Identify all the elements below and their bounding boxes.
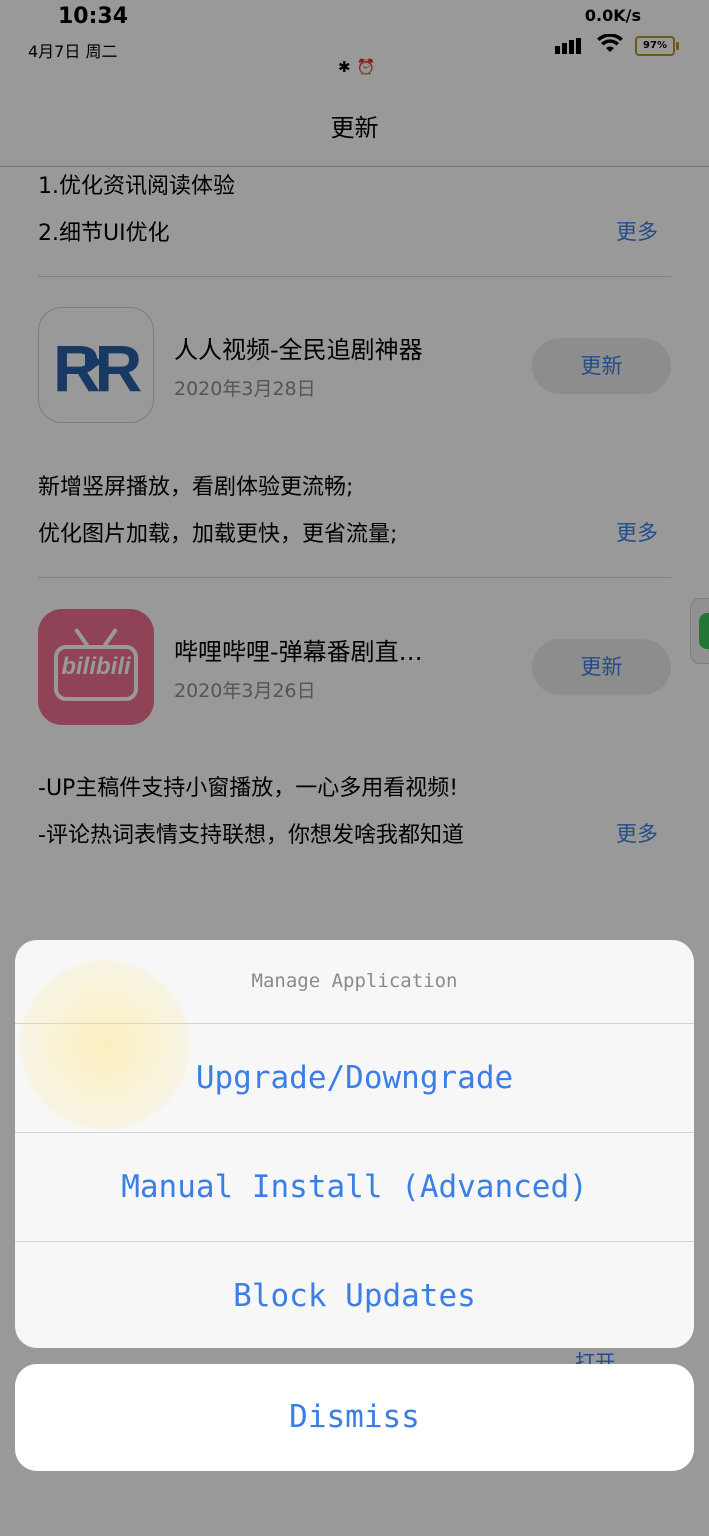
dismiss-button[interactable]: Dismiss [15,1364,694,1471]
block-updates-button[interactable]: Block Updates [15,1242,694,1348]
touch-glow [20,960,190,1130]
manual-install-button[interactable]: Manual Install (Advanced) [15,1133,694,1241]
